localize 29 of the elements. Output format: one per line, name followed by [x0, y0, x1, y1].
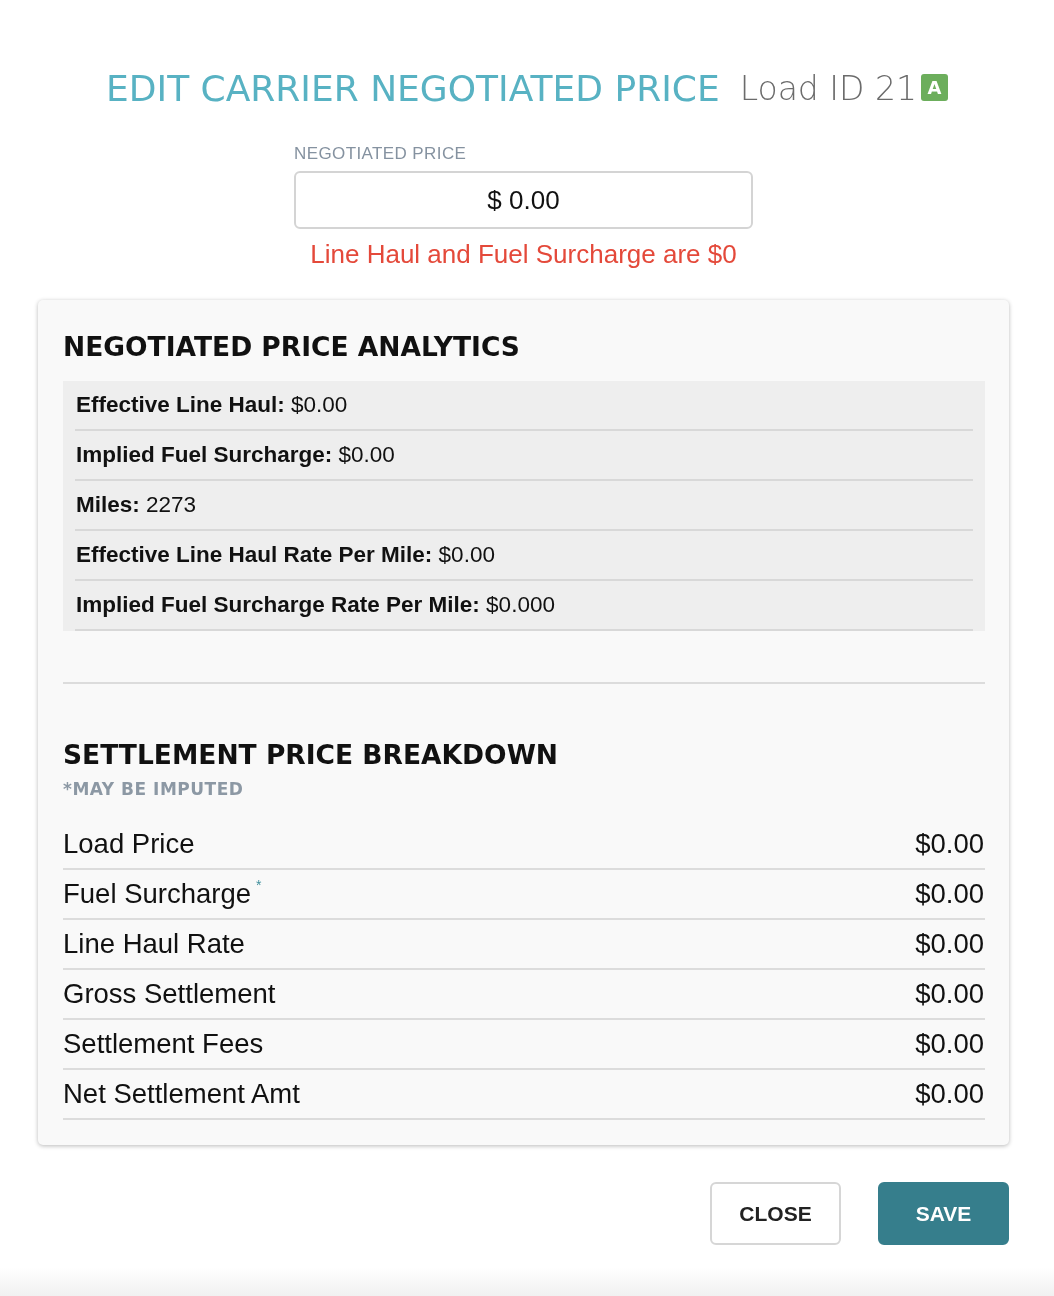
- field-label: NEGOTIATED PRICE: [294, 144, 467, 164]
- close-button[interactable]: CLOSE: [710, 1182, 841, 1245]
- save-button[interactable]: SAVE: [878, 1182, 1009, 1245]
- price-input[interactable]: $ 0.00: [294, 171, 753, 229]
- load-id: Load ID 21: [739, 68, 917, 108]
- error-message: Line Haul and Fuel Surcharge are $0: [310, 238, 737, 270]
- breakdown-label: Line Haul Rate: [63, 928, 245, 960]
- breakdown-value: $0.00: [915, 1078, 985, 1110]
- breakdown-value: $0.00: [915, 878, 985, 910]
- breakdown-label: Fuel Surcharge: [63, 878, 251, 910]
- analytics-item: Implied Fuel Surcharge Rate Per Mile: $0.000: [76, 592, 555, 618]
- section-heading: SETTLEMENT PRICE BREAKDOWN: [63, 738, 559, 772]
- footnote-mark: *: [256, 878, 262, 892]
- imputed-note: *MAY BE IMPUTED: [63, 778, 244, 800]
- breakdown-value: $0.00: [915, 828, 985, 860]
- breakdown-value: $0.00: [915, 1028, 985, 1060]
- section-heading: NEGOTIATED PRICE ANALYTICS: [63, 330, 520, 364]
- breakdown-label: Load Price: [63, 828, 195, 860]
- analytics-item: Effective Line Haul Rate Per Mile: $0.00: [76, 542, 495, 568]
- load-badge: A: [920, 73, 948, 101]
- analytics-item: Effective Line Haul: $0.00: [76, 392, 348, 418]
- breakdown-value: $0.00: [915, 928, 985, 960]
- breakdown-value: $0.00: [915, 978, 985, 1010]
- dialog-title: EDIT CARRIER NEGOTIATED PRICE: [106, 67, 720, 109]
- breakdown-label: Settlement Fees: [63, 1028, 264, 1060]
- breakdown-label: Gross Settlement: [63, 978, 276, 1010]
- analytics-item: Implied Fuel Surcharge: $0.00: [76, 442, 395, 468]
- analytics-item: Miles: 2273: [76, 492, 197, 518]
- breakdown-label: Net Settlement Amt: [63, 1078, 300, 1110]
